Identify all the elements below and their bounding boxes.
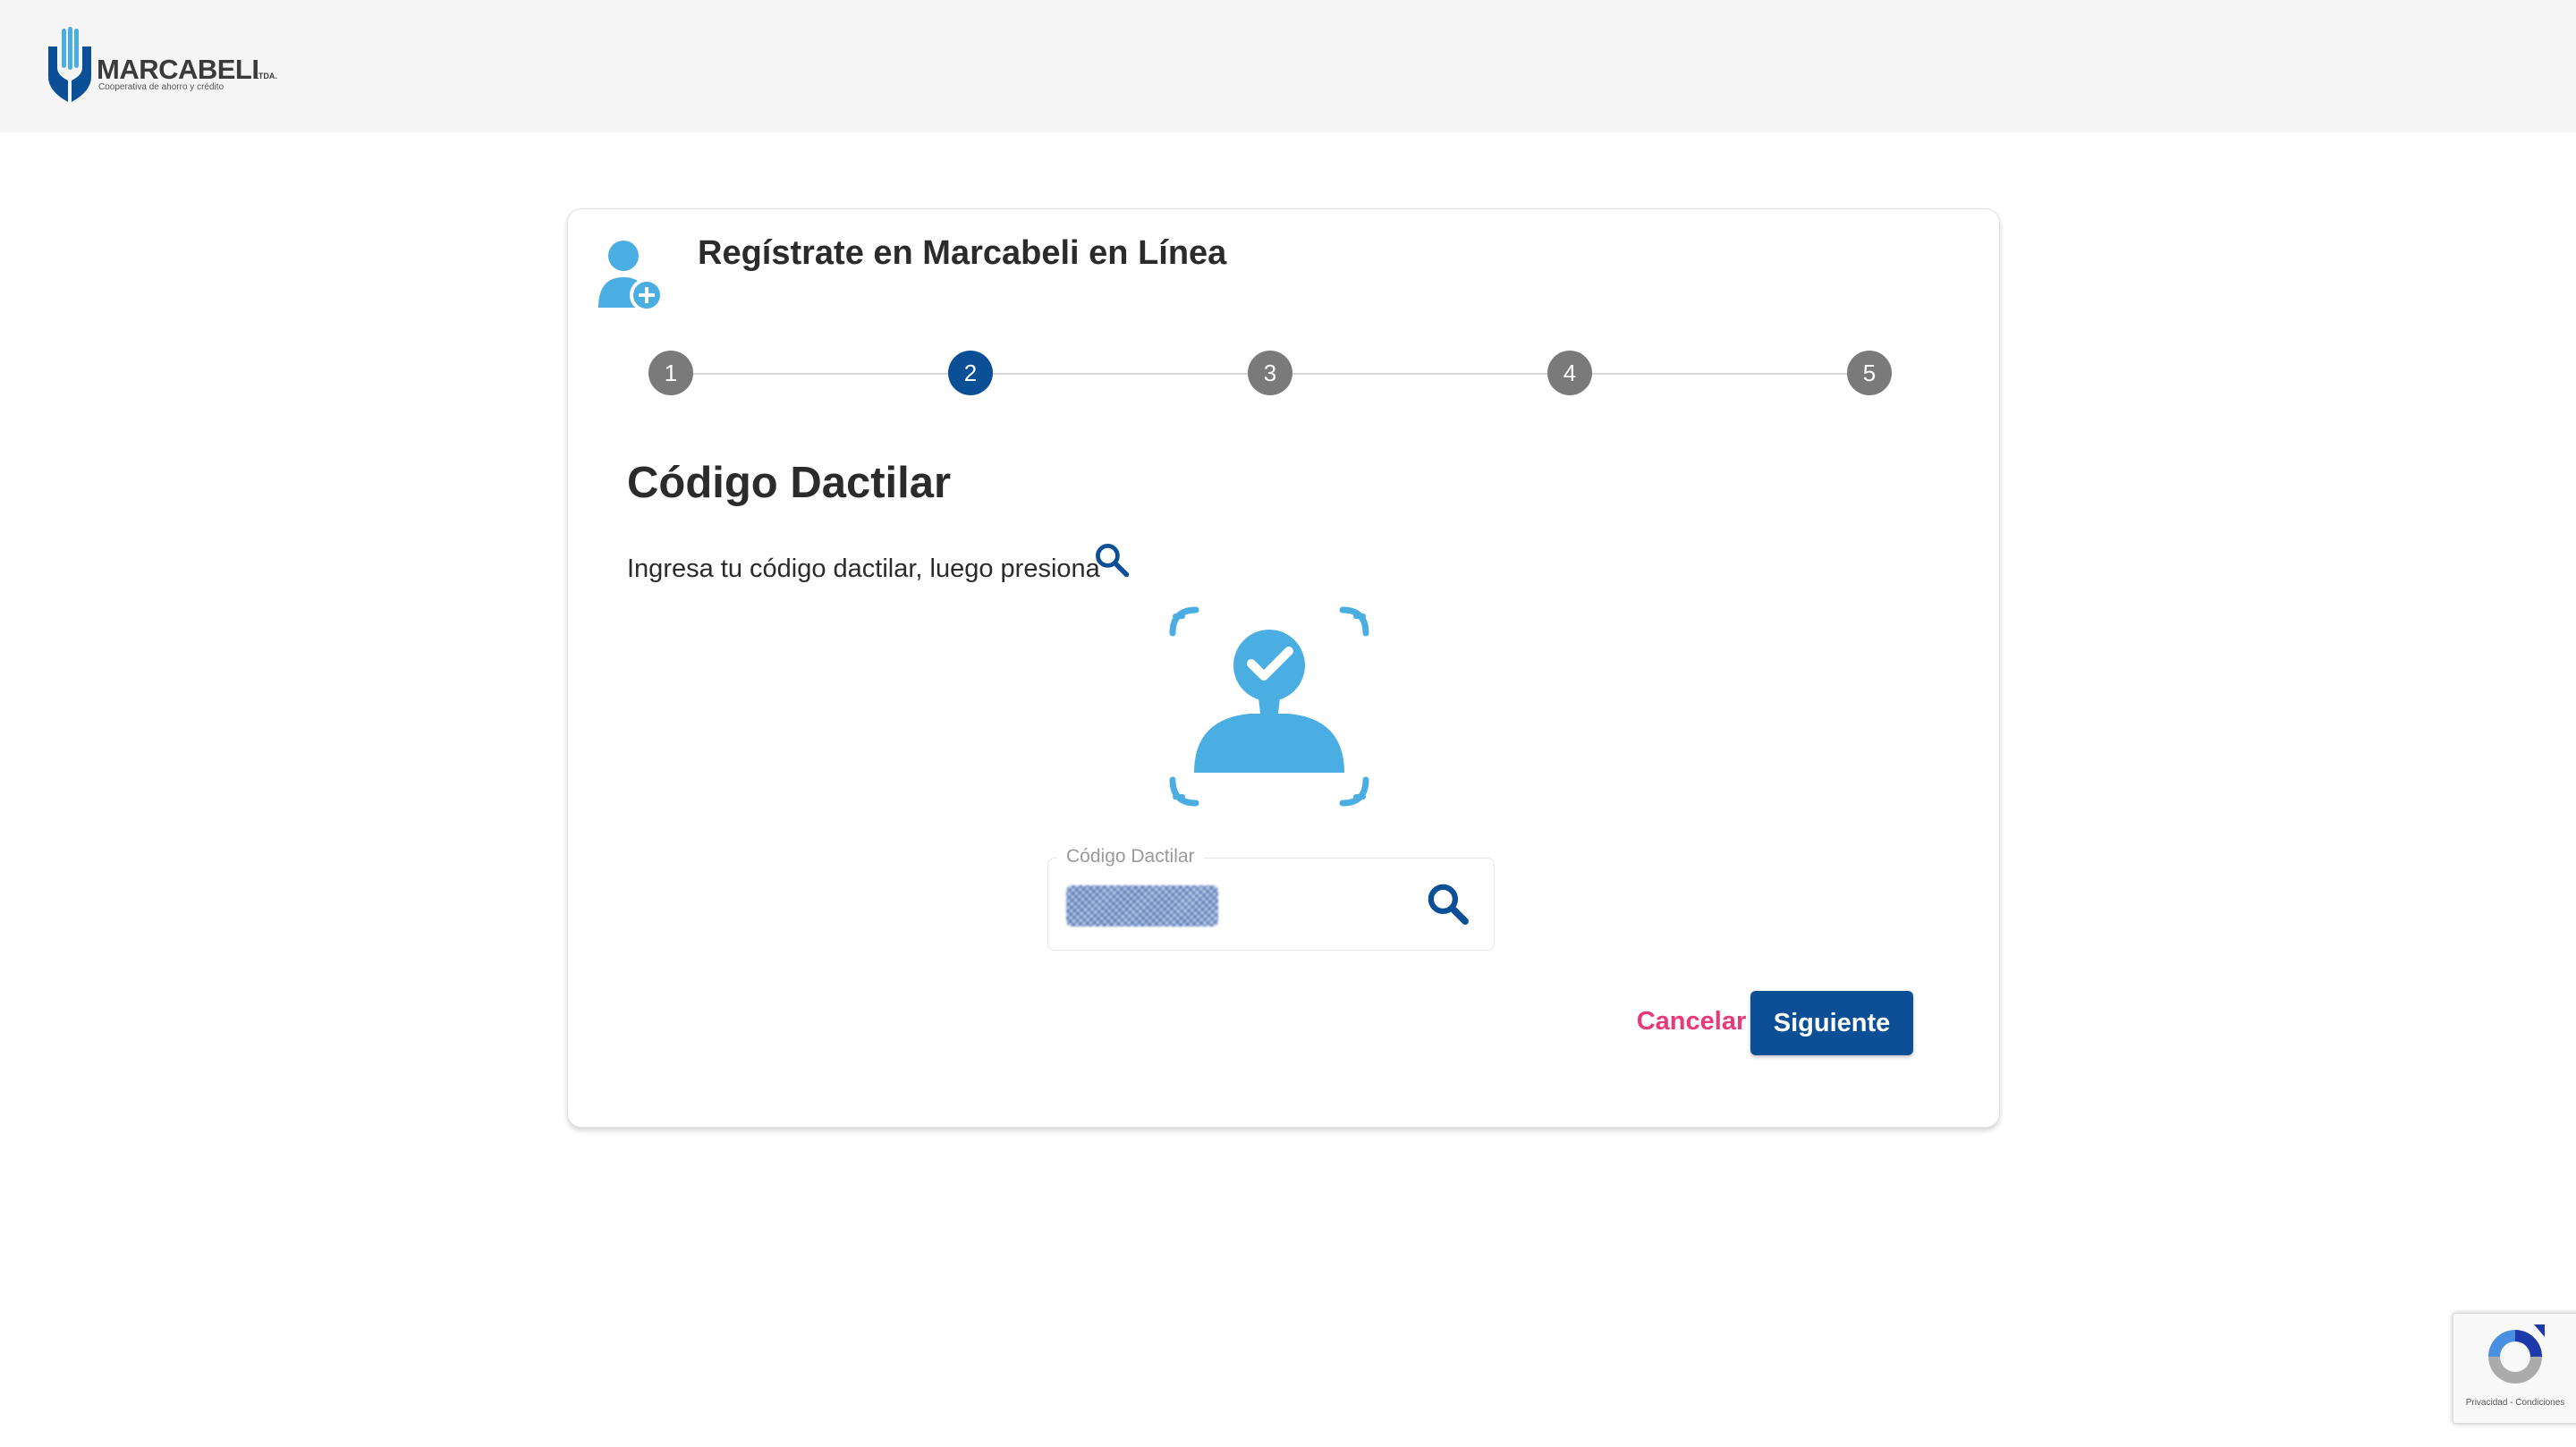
recaptcha-icon (2488, 1324, 2545, 1384)
step-4: 4 (1547, 351, 1592, 395)
top-bar: MARCABELI LTDA. Cooperativa de ahorro y … (0, 0, 2576, 132)
brand-name: MARCABELI (97, 54, 259, 85)
step-connector (1292, 373, 1547, 375)
brand-suffix: LTDA. (254, 72, 277, 80)
step-2-active: 2 (948, 351, 993, 395)
stepper: 1 2 3 4 5 (648, 351, 1894, 395)
recaptcha-badge[interactable]: Privacidad - Condiciones (2453, 1313, 2576, 1424)
marcabeli-logo-mark-icon (48, 27, 91, 102)
registration-card: Regístrate en Marcabeli en Línea 1 2 3 4… (567, 208, 2000, 1128)
fingerprint-code-field: Código Dactilar (1047, 846, 1495, 951)
section-title: Código Dactilar (627, 459, 952, 507)
step-connector (693, 373, 948, 375)
recaptcha-links[interactable]: Privacidad - Condiciones (2453, 1398, 2576, 1408)
next-button[interactable]: Siguiente (1750, 991, 1913, 1055)
brand-tagline: Cooperativa de ahorro y crédito (98, 82, 225, 92)
step-5: 5 (1847, 351, 1892, 395)
step-connector (1592, 373, 1847, 375)
step-connector (993, 373, 1248, 375)
search-icon (1096, 544, 1130, 578)
step-3: 3 (1248, 351, 1292, 395)
cancel-button[interactable]: Cancelar (1611, 989, 1772, 1054)
card-title: Regístrate en Marcabeli en Línea (698, 234, 1227, 272)
user-add-icon (598, 241, 664, 312)
marcabeli-logo[interactable]: MARCABELI LTDA. Cooperativa de ahorro y … (45, 27, 286, 104)
fingerprint-code-label: Código Dactilar (1057, 846, 1204, 867)
step-1: 1 (648, 351, 693, 395)
instruction-text: Ingresa tu código dactilar, luego presio… (627, 554, 1100, 583)
verified-user-icon (1169, 606, 1369, 807)
search-button-icon[interactable] (1424, 880, 1472, 928)
fingerprint-code-input[interactable] (1066, 889, 1218, 925)
